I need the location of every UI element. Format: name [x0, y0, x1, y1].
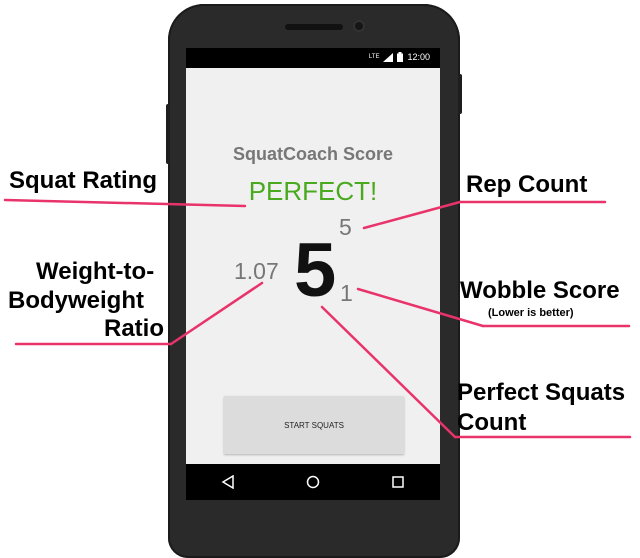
- annotation-wobble-note: (Lower is better): [488, 307, 574, 319]
- annotation-perfect-squats-line1: Perfect Squats: [457, 379, 626, 406]
- perfect-squats-pointer: [320, 305, 457, 439]
- squat-rating-pointer: [3, 198, 247, 208]
- annotation-rep-count: Rep Count: [466, 171, 588, 198]
- rep-count-pointer: [362, 200, 462, 230]
- annotation-wobble-score: Wobble Score: [460, 277, 620, 304]
- annotation-squat-rating: Squat Rating: [9, 167, 157, 194]
- weight-ratio-pointer: [169, 281, 264, 346]
- annotation-perfect-squats-line2: Count: [457, 409, 527, 436]
- annotation-weight-ratio-line1: Weight-to-: [36, 258, 155, 285]
- annotation-weight-ratio-line3: Ratio: [104, 315, 164, 342]
- annotation-weight-ratio-line2: Bodyweight: [8, 287, 144, 314]
